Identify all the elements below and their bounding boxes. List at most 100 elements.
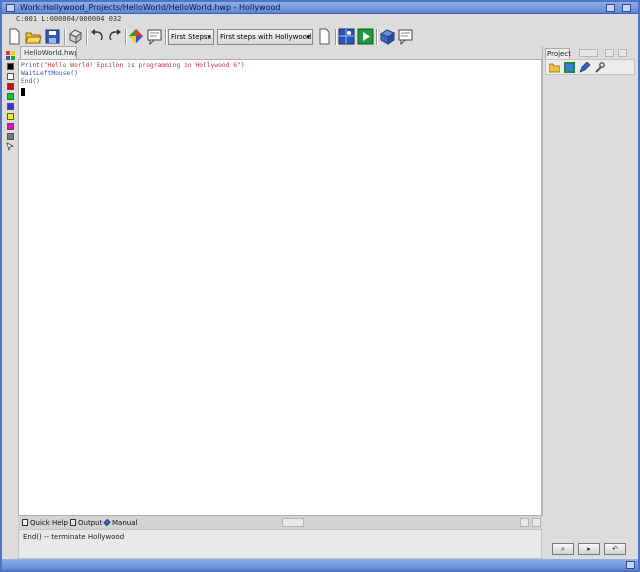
manual-book-icon [103,518,111,527]
code-line-3: End() [21,78,40,85]
first-steps-hollywood-popup[interactable]: First steps with Hollywood... ▾ [217,29,313,45]
panel-window-icon[interactable] [520,518,529,527]
toolbar-separator [86,29,88,45]
new-file-icon [9,28,20,45]
undo-button[interactable] [89,28,106,45]
palette-swatch-6[interactable] [7,123,14,130]
print-button[interactable] [67,28,84,45]
tab-quick-help-label: Quick Help [30,519,68,527]
code-paren-token: ) [240,62,245,69]
palette-swatch-1[interactable] [7,73,14,80]
document-icon [319,28,330,45]
shapes-icon [129,29,143,43]
redo-button[interactable] [106,28,123,45]
panel-resize-handle[interactable] [282,518,304,527]
quick-help-text: End() -- terminate Hollywood [23,533,125,541]
toolbar-separator [125,29,127,45]
cursor-status-bar: C:001 L:000004/000004 032 [2,14,638,26]
palette-picker-icon[interactable] [6,51,15,60]
new-document-button[interactable] [316,28,333,45]
speech-bubble-icon [147,29,162,45]
compile-box-icon [379,29,396,45]
palette-swatch-7[interactable] [7,133,14,140]
zoom-gadget-icon[interactable] [622,4,631,12]
folder-icon[interactable] [549,62,560,73]
undo-icon [91,29,103,41]
new-file-button[interactable] [6,28,23,45]
project-tab[interactable]: Project [545,48,571,59]
help-tab-bar: Quick Help Output Manual [18,516,542,529]
tab-output[interactable]: Output [70,518,102,529]
open-file-button[interactable] [25,28,42,45]
code-editor[interactable]: Print("Hello World! Epsilon is programmi… [18,59,542,516]
info-icon [22,519,28,526]
resize-grip-icon[interactable] [626,561,635,569]
window-title: Work:Hollywood_Projects/HelloWorld/Hello… [20,3,281,12]
save-button[interactable] [44,28,61,45]
toolbar-separator [64,29,66,45]
code-line-2: WaitLeftMouse() [21,70,78,77]
popup-arrow-icon: ▾ [207,33,211,41]
palette-swatch-2[interactable] [7,83,14,90]
palette-swatch-3[interactable] [7,93,14,100]
toolbar: First Steps... ▾ First steps with Hollyw… [2,26,638,48]
first-steps-hollywood-label: First steps with Hollywood... [220,33,313,41]
shapes-button[interactable] [128,28,145,45]
help-bubble-button[interactable] [397,28,414,45]
window-bottom-border [2,559,638,570]
first-steps-popup[interactable]: First Steps... ▾ [168,29,214,45]
search-icon: ⌕ [561,545,565,553]
toolbar-separator [335,29,337,45]
tab-manual[interactable]: Manual [103,518,138,529]
comment-button[interactable] [146,28,163,45]
code-line-1: Print("Hello World! Epsilon is programmi… [21,62,245,69]
print-icon [69,29,82,45]
pen-icon[interactable] [579,62,590,73]
display-button[interactable] [338,28,355,45]
palette-swatch-0[interactable] [7,63,14,70]
redo-icon [109,29,121,41]
code-string-token: "Hello World! Epsilon is programming in … [43,62,241,69]
display-grid-icon [338,28,355,45]
open-folder-icon [25,32,42,44]
project-panel: Project [542,46,638,516]
panel-close-icon[interactable] [618,49,627,57]
color-palette [3,49,18,515]
speech-bubble-icon [398,29,413,45]
tab-quick-help[interactable]: Quick Help [22,518,68,529]
code-function-token: Print( [21,62,44,69]
toolbar-separator [165,29,167,45]
back-button[interactable]: ↶ [604,543,626,555]
run-play-icon [357,28,374,45]
search-button[interactable]: ⌕ [552,543,574,555]
palette-swatch-5[interactable] [7,113,14,120]
back-arrow-icon: ↶ [612,545,618,553]
code-function-token: End() [21,78,40,85]
palette-swatch-4[interactable] [7,103,14,110]
jump-button[interactable]: ▸ [578,543,600,555]
save-disk-icon [45,29,60,44]
output-icon [70,519,76,526]
toolbar-separator [376,29,378,45]
depth-gadget-icon[interactable] [606,4,615,12]
jump-icon: ▸ [587,545,591,553]
panel-window-icon[interactable] [605,49,614,57]
text-cursor [21,88,25,96]
code-function-token: WaitLeftMouse() [21,70,78,77]
quick-help-area: End() -- terminate Hollywood [18,529,542,559]
tab-manual-label: Manual [112,519,138,527]
cursor-position-text: C:001 L:000004/000004 032 [16,15,122,23]
popup-arrow-icon: ▾ [306,33,310,41]
panel-close-icon[interactable] [532,518,541,527]
image-icon[interactable] [564,62,575,73]
title-bar[interactable]: Work:Hollywood_Projects/HelloWorld/Hello… [2,2,638,14]
panel-arrows-gadget-icon[interactable] [579,49,598,57]
project-toolbar [545,59,635,75]
compile-button[interactable] [379,28,396,45]
close-gadget-icon[interactable] [6,4,15,12]
wrench-icon[interactable] [594,62,605,73]
tab-output-label: Output [78,519,103,527]
palette-pointer-icon[interactable] [6,142,15,151]
document-tab[interactable]: HelloWorld.hwp [20,46,77,59]
run-button[interactable] [357,28,374,45]
